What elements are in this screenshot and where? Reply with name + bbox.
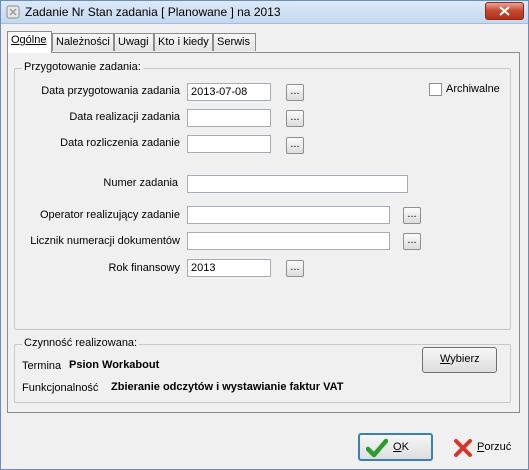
cancel-button[interactable]: Porzuć <box>444 433 519 461</box>
settlement-date-field[interactable] <box>187 135 271 153</box>
doc-counter-label: Licznik numeracji dokumentów <box>30 235 180 247</box>
checkmark-icon <box>366 438 388 458</box>
archive-checkbox[interactable] <box>429 83 442 96</box>
close-icon <box>499 6 510 16</box>
tab-panel-general: Przygotowanie zadania: Archiwalne Data p… <box>7 52 520 413</box>
function-label: Funkcjonalność <box>22 382 99 394</box>
choose-button-rest: ybierz <box>450 353 480 365</box>
tab-general[interactable]: Ogólne <box>7 31 52 53</box>
dialog-window: Zadanie Nr Stan zadania [ Planowane ] na… <box>0 0 529 470</box>
ok-rest: K <box>401 441 409 453</box>
tab-receivables[interactable]: Należności <box>52 33 114 51</box>
preparation-legend: Przygotowanie zadania: <box>22 61 143 73</box>
task-number-field[interactable] <box>187 175 408 193</box>
realization-date-browse-button[interactable]: ... <box>286 110 304 127</box>
operator-field[interactable] <box>187 206 390 224</box>
title-bar[interactable]: Zadanie Nr Stan zadania [ Planowane ] na… <box>1 1 528 24</box>
tab-notes[interactable]: Uwagi <box>114 33 154 51</box>
archive-label: Archiwalne <box>446 83 500 95</box>
prep-date-browse-button[interactable]: ... <box>286 84 304 101</box>
tab-who-when[interactable]: Kto i kiedy <box>154 33 213 51</box>
tab-service[interactable]: Serwis <box>213 33 256 51</box>
prep-date-field[interactable]: 2013-07-08 <box>187 83 271 101</box>
cancel-rest: orzuć <box>484 441 512 453</box>
choose-button-mnemonic: W <box>440 353 451 365</box>
tab-receivables-label: Należności <box>56 36 110 48</box>
window-title: Zadanie Nr Stan zadania [ Planowane ] na… <box>25 5 281 19</box>
tab-general-label: Ogólne <box>11 34 47 46</box>
preparation-group: Przygotowanie zadania: <box>14 61 511 330</box>
activity-legend: Czynność realizowana: <box>22 337 140 349</box>
realization-date-field[interactable] <box>187 109 271 127</box>
settlement-date-browse-button[interactable]: ... <box>286 137 304 154</box>
tab-who-when-label: Kto i kiedy <box>158 36 209 48</box>
tab-service-label: Serwis <box>217 36 251 48</box>
doc-counter-field[interactable] <box>187 232 390 250</box>
ok-button[interactable]: OK <box>358 433 433 461</box>
task-number-label: Numer zadania <box>103 177 178 189</box>
operator-label: Operator realizujący zadanie <box>39 209 180 221</box>
cancel-x-icon <box>454 439 472 457</box>
app-icon <box>6 5 20 19</box>
prep-date-label: Data przygotowania zadania <box>41 85 180 97</box>
choose-button-label: Wybierz <box>440 353 480 365</box>
fiscal-year-field[interactable]: 2013 <box>187 259 271 277</box>
function-value: Zbieranie odczytów i wystawianie faktur … <box>111 381 344 393</box>
tab-notes-label: Uwagi <box>118 36 149 48</box>
realization-date-label: Data realizacji zadania <box>69 111 180 123</box>
terminal-value: Psion Workabout <box>69 359 160 371</box>
fiscal-year-browse-button[interactable]: ... <box>286 260 304 277</box>
ok-mnemonic: O <box>393 441 402 453</box>
fiscal-year-label: Rok finansowy <box>108 262 180 274</box>
settlement-date-label: Data rozliczenia zadanie <box>60 137 180 149</box>
close-button[interactable] <box>485 2 524 20</box>
terminal-label: Termina <box>22 360 62 372</box>
choose-button[interactable]: Wybierz <box>422 347 497 373</box>
operator-browse-button[interactable]: ... <box>403 207 421 224</box>
cancel-button-label: Porzuć <box>477 441 511 453</box>
doc-counter-browse-button[interactable]: ... <box>403 233 421 250</box>
ok-button-label: OK <box>393 441 409 453</box>
